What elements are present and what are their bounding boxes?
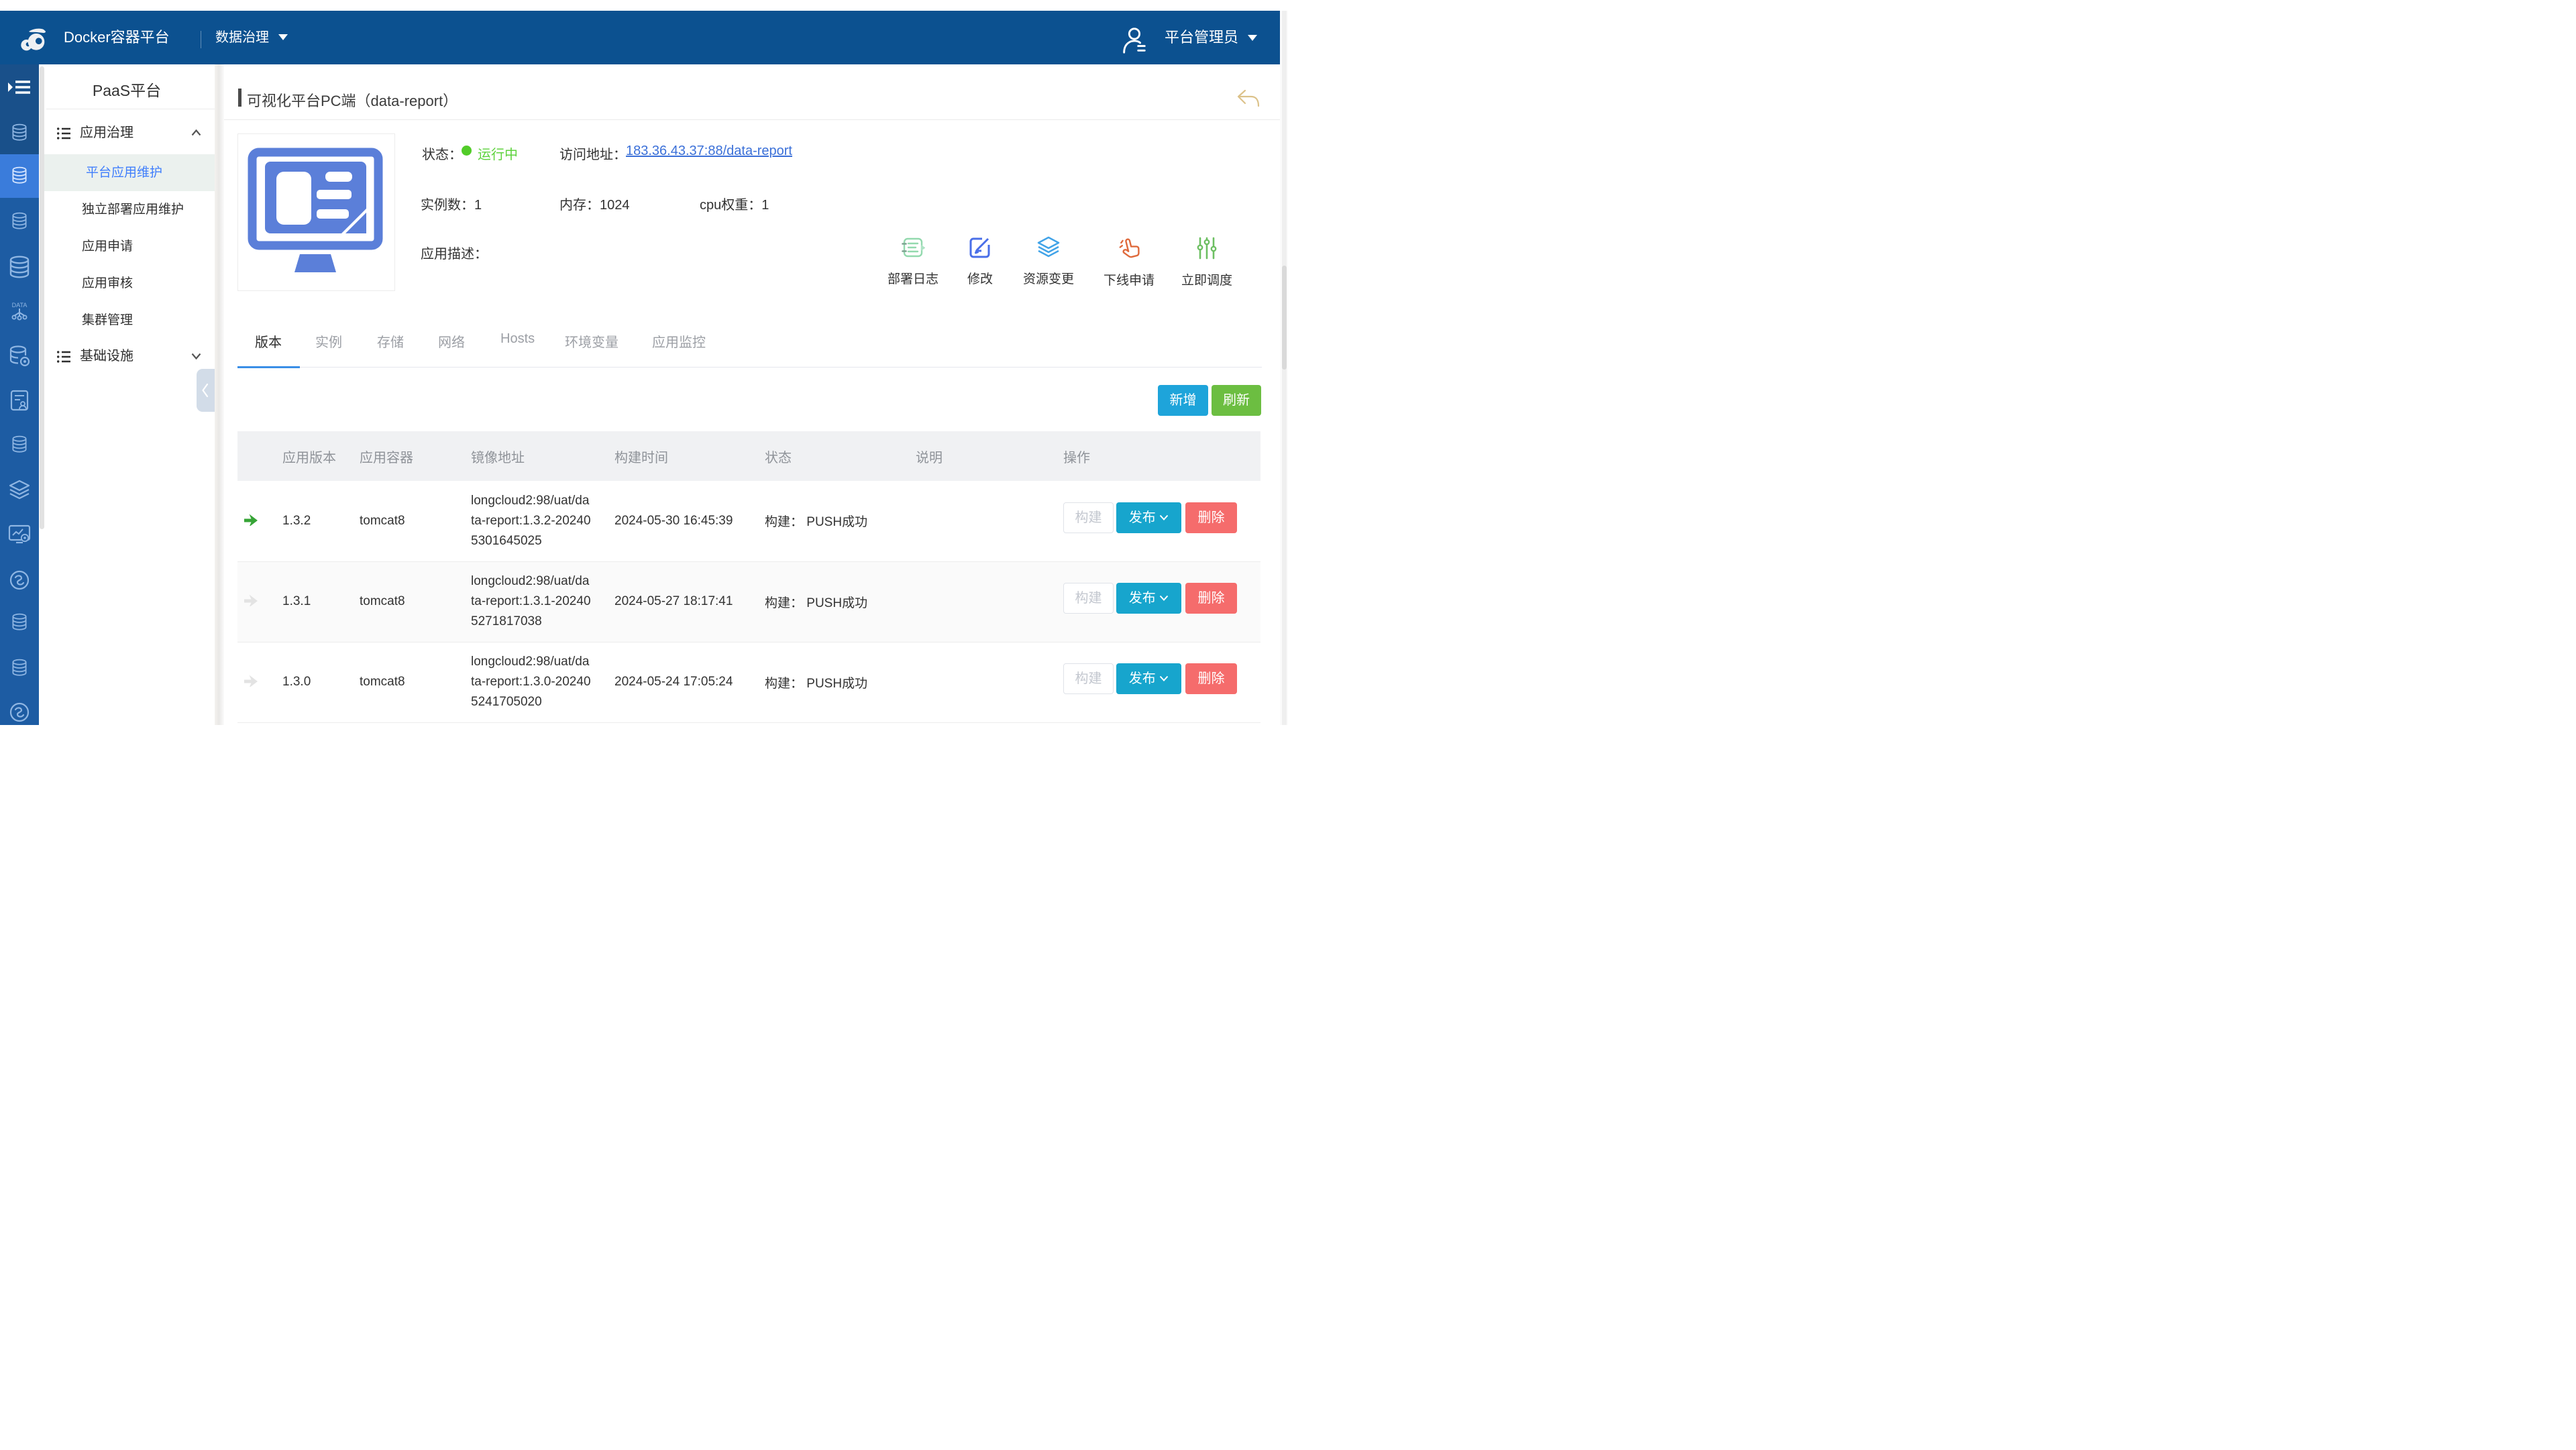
svg-text:DATA: DATA [12,302,28,309]
